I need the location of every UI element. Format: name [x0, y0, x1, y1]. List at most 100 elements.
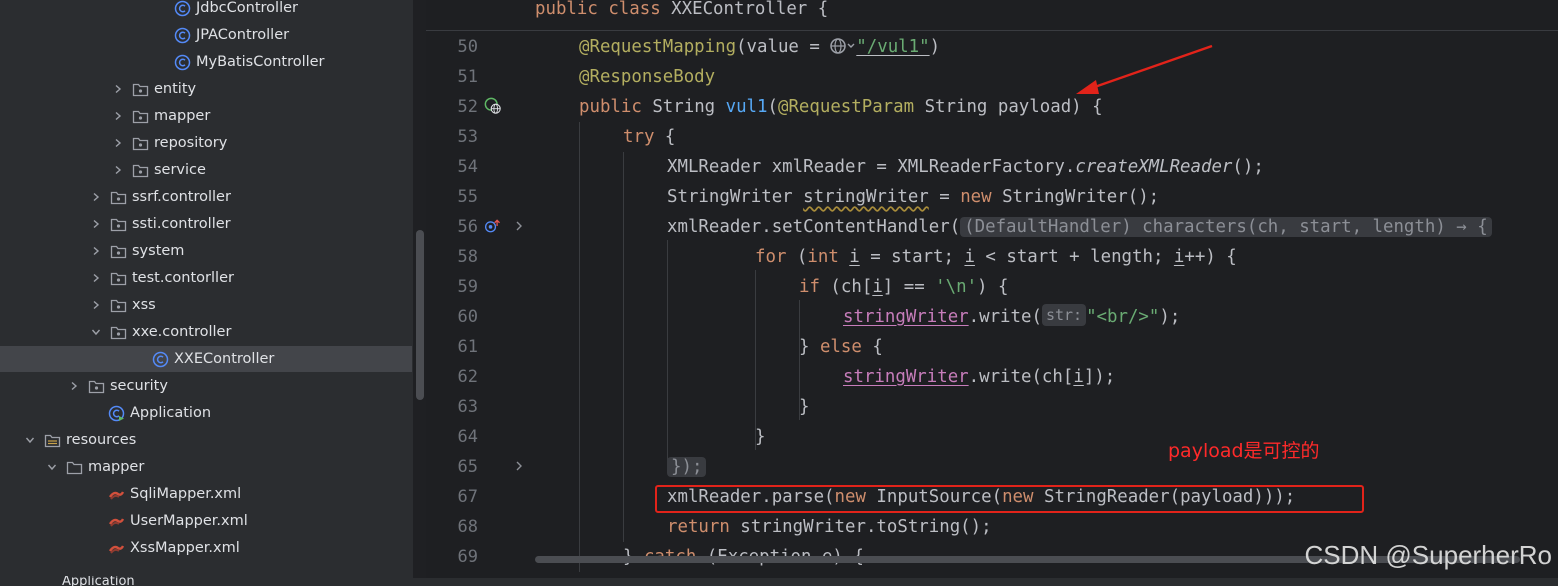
chevron-right-icon[interactable]	[90, 272, 102, 284]
code-token: ] ==	[882, 277, 936, 297]
tree-item-label: Application	[130, 405, 212, 421]
line-number: 63	[457, 397, 478, 417]
code-token: @RequestParam	[777, 97, 915, 117]
code-token: '\n'	[935, 277, 978, 297]
folded-lambda-end[interactable]: });	[667, 457, 707, 477]
override-method-icon[interactable]	[484, 217, 502, 235]
code-token: i	[872, 277, 883, 297]
tree-item-jpacontroller[interactable]: JPAController	[0, 22, 412, 48]
code-token: ]);	[1083, 367, 1116, 387]
chevron-down-icon[interactable]	[46, 461, 58, 473]
package-icon	[132, 162, 149, 179]
tree-item-label: xxe.controller	[132, 324, 232, 340]
indent-guide	[579, 122, 580, 572]
code-token: (value =	[736, 37, 831, 57]
tree-item-test-contorller[interactable]: test.contorller	[0, 265, 412, 291]
tree-item-mapper[interactable]: mapper	[0, 454, 412, 480]
watermark: CSDN @SuperherRo	[1304, 540, 1552, 570]
tree-item-ssti-controller[interactable]: ssti.controller	[0, 211, 412, 237]
code-token: stringWriter	[803, 187, 929, 207]
code-token: XMLReader xmlReader = XMLReaderFactory.	[667, 157, 1076, 177]
code-line-52: public String vul1(@RequestParam String …	[579, 97, 1103, 117]
code-token: stringWriter.toString();	[729, 517, 992, 537]
tree-item-xxe-controller[interactable]: xxe.controller	[0, 319, 412, 345]
chevron-right-icon[interactable]	[90, 218, 102, 230]
line-number: 61	[457, 337, 478, 357]
code-line-54: XMLReader xmlReader = XMLReaderFactory.c…	[667, 152, 1264, 182]
app-icon	[108, 405, 125, 422]
chevron-right-icon[interactable]	[90, 299, 102, 311]
code-line-65: });	[667, 452, 707, 482]
code-token: "/vul1"	[856, 37, 930, 57]
code-token: StringWriter	[667, 187, 804, 207]
xml-icon	[108, 513, 125, 530]
package-icon	[110, 216, 127, 233]
tree-item-label: JdbcController	[196, 0, 298, 16]
code-token: (ch[	[819, 277, 873, 297]
code-token: stringWriter	[843, 367, 969, 387]
chevron-right-icon[interactable]	[68, 380, 80, 392]
line-number: 62	[457, 367, 478, 387]
tree-item-mybatiscontroller[interactable]: MyBatisController	[0, 49, 412, 75]
xml-icon	[108, 486, 125, 503]
tree-item-entity[interactable]: entity	[0, 76, 412, 102]
tree-item-sqlimapper-xml[interactable]: SqliMapper.xml	[0, 481, 412, 507]
folded-lambda-hint[interactable]: (DefaultHandler) characters(ch, start, l…	[960, 217, 1492, 237]
class-icon	[174, 27, 191, 44]
web-endpoint-icon[interactable]	[484, 97, 502, 115]
tree-item-label: repository	[154, 135, 228, 151]
package-icon	[132, 81, 149, 98]
tree-item-label: security	[110, 378, 168, 394]
code-line-61: } else {	[799, 332, 883, 362]
code-token: i	[849, 247, 860, 267]
class-icon	[152, 351, 169, 368]
code-token: String payload) {	[914, 97, 1103, 117]
tree-item-security[interactable]: security	[0, 373, 412, 399]
code-line-40: public class XXEController {	[535, 0, 828, 24]
tree-item-service[interactable]: service	[0, 157, 412, 183]
project-tree-scrollbar[interactable]	[416, 230, 424, 400]
tree-item-jdbccontroller[interactable]: JdbcController	[0, 0, 412, 21]
chevron-right-icon[interactable]	[112, 83, 124, 95]
tree-item-xxecontroller[interactable]: XXEController	[0, 346, 412, 372]
code-token: createXMLReader	[1075, 157, 1233, 177]
fold-chevron-right-icon[interactable]	[510, 217, 528, 235]
code-token: class	[608, 0, 661, 19]
tree-item-label: MyBatisController	[196, 54, 325, 70]
tree-item-label: xss	[132, 297, 156, 313]
tree-item-usermapper-xml[interactable]: UserMapper.xml	[0, 508, 412, 534]
tree-item-system[interactable]: system	[0, 238, 412, 264]
code-token: ) {	[977, 277, 1009, 297]
tree-item-xssmapper-xml[interactable]: XssMapper.xml	[0, 535, 412, 561]
code-line-51: @ResponseBody	[579, 62, 715, 92]
fold-chevron-right-icon[interactable]	[510, 457, 528, 475]
chevron-right-icon[interactable]	[112, 164, 124, 176]
line-number: 59	[457, 277, 478, 297]
code-token: @ResponseBody	[579, 67, 716, 87]
code-token: try	[623, 127, 655, 147]
tree-item-mapper[interactable]: mapper	[0, 103, 412, 129]
chevron-right-icon[interactable]	[112, 137, 124, 149]
tree-item-application[interactable]: Application	[0, 400, 412, 426]
chevron-down-icon[interactable]	[24, 434, 36, 446]
chevron-right-icon[interactable]	[112, 110, 124, 122]
tree-item-xss[interactable]: xss	[0, 292, 412, 318]
code-token: i	[1073, 367, 1084, 387]
tree-item-resources[interactable]: resources	[0, 427, 412, 453]
run-tab-label[interactable]: Application	[62, 576, 135, 586]
tool-window-bar	[0, 578, 1558, 586]
globe-icon[interactable]	[830, 35, 856, 65]
code-token: {	[861, 337, 883, 357]
tree-item-repository[interactable]: repository	[0, 130, 412, 156]
code-token: StringWriter();	[991, 187, 1160, 207]
chevron-right-icon[interactable]	[90, 245, 102, 257]
package-icon	[132, 108, 149, 125]
code-token: XXEController {	[671, 0, 829, 19]
code-token: }	[755, 427, 766, 447]
code-token: }	[799, 337, 820, 357]
code-token: public	[579, 97, 642, 117]
chevron-down-icon[interactable]	[90, 326, 102, 338]
tree-item-ssrf-controller[interactable]: ssrf.controller	[0, 184, 412, 210]
chevron-right-icon[interactable]	[90, 191, 102, 203]
